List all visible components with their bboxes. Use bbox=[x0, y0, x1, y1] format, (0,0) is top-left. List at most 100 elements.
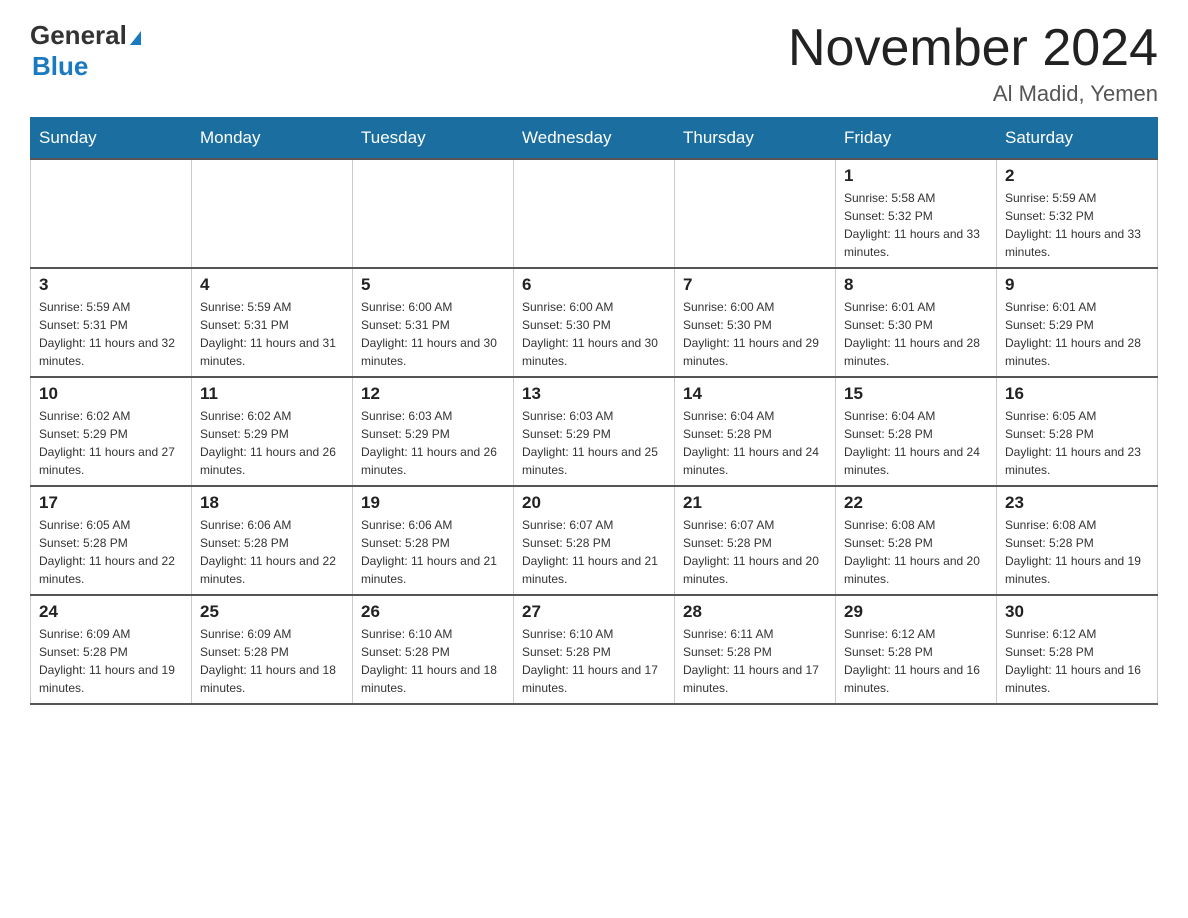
calendar-cell: 8 Sunrise: 6:01 AM Sunset: 5:30 PM Daylig… bbox=[836, 268, 997, 377]
calendar-week-row: 1 Sunrise: 5:58 AM Sunset: 5:32 PM Daylig… bbox=[31, 159, 1158, 268]
calendar-cell: 30 Sunrise: 6:12 AM Sunset: 5:28 PM Dayli… bbox=[997, 595, 1158, 704]
day-number: 28 bbox=[683, 602, 827, 622]
calendar-cell: 9Sunrise: 6:01 AM Sunset: 5:29 PM Daylig… bbox=[997, 268, 1158, 377]
day-number: 2 bbox=[1005, 166, 1149, 186]
calendar-header-row: SundayMondayTuesdayWednesdayThursdayFrid… bbox=[31, 118, 1158, 160]
day-number: 25 bbox=[200, 602, 344, 622]
calendar-cell: 7Sunrise: 6:00 AM Sunset: 5:30 PM Daylig… bbox=[675, 268, 836, 377]
day-number: 15 bbox=[844, 384, 988, 404]
calendar-cell: 27Sunrise: 6:10 AM Sunset: 5:28 PM Dayli… bbox=[514, 595, 675, 704]
day-sun-info: Sunrise: 6:06 AM Sunset: 5:28 PM Dayligh… bbox=[361, 516, 505, 588]
day-sun-info: Sunrise: 6:07 AM Sunset: 5:28 PM Dayligh… bbox=[683, 516, 827, 588]
day-number: 5 bbox=[361, 275, 505, 295]
day-number: 13 bbox=[522, 384, 666, 404]
calendar-header-title: November 2024 Al Madid, Yemen bbox=[788, 20, 1158, 107]
day-sun-info: Sunrise: 6:05 AM Sunset: 5:28 PM Dayligh… bbox=[39, 516, 183, 588]
day-sun-info: Sunrise: 6:00 AM Sunset: 5:31 PM Dayligh… bbox=[361, 298, 505, 370]
day-number: 1 bbox=[844, 166, 988, 186]
column-header-saturday: Saturday bbox=[997, 118, 1158, 160]
day-number: 14 bbox=[683, 384, 827, 404]
calendar-cell: 29 Sunrise: 6:12 AM Sunset: 5:28 PM Dayli… bbox=[836, 595, 997, 704]
day-sun-info: Sunrise: 6:03 AM Sunset: 5:29 PM Dayligh… bbox=[361, 407, 505, 479]
calendar-cell: 28 Sunrise: 6:11 AM Sunset: 5:28 PM Dayli… bbox=[675, 595, 836, 704]
day-number: 19 bbox=[361, 493, 505, 513]
calendar-cell bbox=[192, 159, 353, 268]
calendar-month-year: November 2024 bbox=[788, 20, 1158, 77]
day-sun-info: Sunrise: 6:00 AM Sunset: 5:30 PM Dayligh… bbox=[683, 298, 827, 370]
day-sun-info: Sunrise: 6:04 AM Sunset: 5:28 PM Dayligh… bbox=[683, 407, 827, 479]
day-number: 18 bbox=[200, 493, 344, 513]
day-number: 20 bbox=[522, 493, 666, 513]
calendar-cell: 23 Sunrise: 6:08 AM Sunset: 5:28 PM Dayli… bbox=[997, 486, 1158, 595]
day-number: 10 bbox=[39, 384, 183, 404]
day-number: 24 bbox=[39, 602, 183, 622]
calendar-cell bbox=[353, 159, 514, 268]
day-number: 26 bbox=[361, 602, 505, 622]
column-header-friday: Friday bbox=[836, 118, 997, 160]
column-header-tuesday: Tuesday bbox=[353, 118, 514, 160]
day-sun-info: Sunrise: 6:12 AM Sunset: 5:28 PM Dayligh… bbox=[1005, 625, 1149, 697]
day-sun-info: Sunrise: 5:59 AM Sunset: 5:31 PM Dayligh… bbox=[200, 298, 344, 370]
calendar-week-row: 17Sunrise: 6:05 AM Sunset: 5:28 PM Dayli… bbox=[31, 486, 1158, 595]
day-sun-info: Sunrise: 6:11 AM Sunset: 5:28 PM Dayligh… bbox=[683, 625, 827, 697]
day-sun-info: Sunrise: 6:09 AM Sunset: 5:28 PM Dayligh… bbox=[200, 625, 344, 697]
calendar-cell: 3 Sunrise: 5:59 AM Sunset: 5:31 PM Daylig… bbox=[31, 268, 192, 377]
calendar-cell: 20Sunrise: 6:07 AM Sunset: 5:28 PM Dayli… bbox=[514, 486, 675, 595]
day-sun-info: Sunrise: 6:12 AM Sunset: 5:28 PM Dayligh… bbox=[844, 625, 988, 697]
day-number: 9 bbox=[1005, 275, 1149, 295]
page-header: General Blue November 2024 Al Madid, Yem… bbox=[30, 20, 1158, 107]
day-sun-info: Sunrise: 6:08 AM Sunset: 5:28 PM Dayligh… bbox=[1005, 516, 1149, 588]
day-sun-info: Sunrise: 6:06 AM Sunset: 5:28 PM Dayligh… bbox=[200, 516, 344, 588]
calendar-cell: 4Sunrise: 5:59 AM Sunset: 5:31 PM Daylig… bbox=[192, 268, 353, 377]
calendar-cell: 15 Sunrise: 6:04 AM Sunset: 5:28 PM Dayli… bbox=[836, 377, 997, 486]
column-header-wednesday: Wednesday bbox=[514, 118, 675, 160]
calendar-cell: 19 Sunrise: 6:06 AM Sunset: 5:28 PM Dayli… bbox=[353, 486, 514, 595]
day-number: 16 bbox=[1005, 384, 1149, 404]
calendar-cell: 25 Sunrise: 6:09 AM Sunset: 5:28 PM Dayli… bbox=[192, 595, 353, 704]
day-sun-info: Sunrise: 6:02 AM Sunset: 5:29 PM Dayligh… bbox=[39, 407, 183, 479]
calendar-cell: 26 Sunrise: 6:10 AM Sunset: 5:28 PM Dayli… bbox=[353, 595, 514, 704]
day-sun-info: Sunrise: 6:09 AM Sunset: 5:28 PM Dayligh… bbox=[39, 625, 183, 697]
calendar-week-row: 10 Sunrise: 6:02 AM Sunset: 5:29 PM Dayli… bbox=[31, 377, 1158, 486]
day-sun-info: Sunrise: 6:08 AM Sunset: 5:28 PM Dayligh… bbox=[844, 516, 988, 588]
day-sun-info: Sunrise: 6:04 AM Sunset: 5:28 PM Dayligh… bbox=[844, 407, 988, 479]
calendar-week-row: 24 Sunrise: 6:09 AM Sunset: 5:28 PM Dayli… bbox=[31, 595, 1158, 704]
day-number: 3 bbox=[39, 275, 183, 295]
day-number: 29 bbox=[844, 602, 988, 622]
logo-general: General bbox=[30, 20, 127, 51]
day-number: 11 bbox=[200, 384, 344, 404]
day-number: 23 bbox=[1005, 493, 1149, 513]
calendar-cell: 10 Sunrise: 6:02 AM Sunset: 5:29 PM Dayli… bbox=[31, 377, 192, 486]
logo-triangle-icon bbox=[130, 31, 141, 45]
calendar-cell: 17Sunrise: 6:05 AM Sunset: 5:28 PM Dayli… bbox=[31, 486, 192, 595]
calendar-cell: 6Sunrise: 6:00 AM Sunset: 5:30 PM Daylig… bbox=[514, 268, 675, 377]
day-sun-info: Sunrise: 5:59 AM Sunset: 5:31 PM Dayligh… bbox=[39, 298, 183, 370]
day-sun-info: Sunrise: 6:01 AM Sunset: 5:30 PM Dayligh… bbox=[844, 298, 988, 370]
day-number: 27 bbox=[522, 602, 666, 622]
calendar-cell bbox=[31, 159, 192, 268]
column-header-sunday: Sunday bbox=[31, 118, 192, 160]
day-number: 6 bbox=[522, 275, 666, 295]
day-sun-info: Sunrise: 5:58 AM Sunset: 5:32 PM Dayligh… bbox=[844, 189, 988, 261]
calendar-cell: 24 Sunrise: 6:09 AM Sunset: 5:28 PM Dayli… bbox=[31, 595, 192, 704]
calendar-cell bbox=[675, 159, 836, 268]
day-number: 22 bbox=[844, 493, 988, 513]
calendar-cell: 16 Sunrise: 6:05 AM Sunset: 5:28 PM Dayli… bbox=[997, 377, 1158, 486]
calendar-location: Al Madid, Yemen bbox=[788, 81, 1158, 107]
calendar-cell: 1 Sunrise: 5:58 AM Sunset: 5:32 PM Daylig… bbox=[836, 159, 997, 268]
day-sun-info: Sunrise: 6:05 AM Sunset: 5:28 PM Dayligh… bbox=[1005, 407, 1149, 479]
column-header-monday: Monday bbox=[192, 118, 353, 160]
calendar-week-row: 3 Sunrise: 5:59 AM Sunset: 5:31 PM Daylig… bbox=[31, 268, 1158, 377]
day-number: 21 bbox=[683, 493, 827, 513]
calendar-cell: 18 Sunrise: 6:06 AM Sunset: 5:28 PM Dayli… bbox=[192, 486, 353, 595]
day-number: 8 bbox=[844, 275, 988, 295]
calendar-table: SundayMondayTuesdayWednesdayThursdayFrid… bbox=[30, 117, 1158, 705]
column-header-thursday: Thursday bbox=[675, 118, 836, 160]
day-number: 30 bbox=[1005, 602, 1149, 622]
day-number: 12 bbox=[361, 384, 505, 404]
logo-blue: Blue bbox=[32, 51, 88, 82]
logo: General Blue bbox=[30, 20, 141, 82]
day-sun-info: Sunrise: 6:10 AM Sunset: 5:28 PM Dayligh… bbox=[361, 625, 505, 697]
calendar-cell: 5 Sunrise: 6:00 AM Sunset: 5:31 PM Daylig… bbox=[353, 268, 514, 377]
calendar-cell: 22 Sunrise: 6:08 AM Sunset: 5:28 PM Dayli… bbox=[836, 486, 997, 595]
